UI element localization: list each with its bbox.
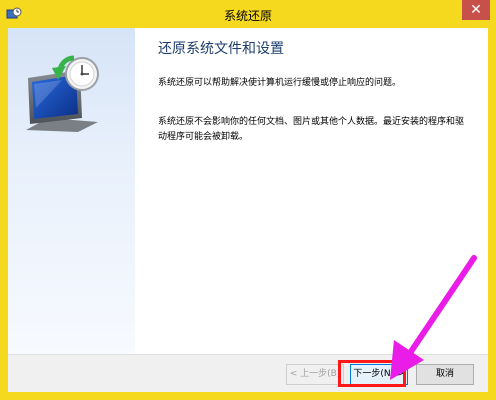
wizard-button-bar: < 上一步(B) 下一步(N) > 取消	[8, 354, 488, 392]
close-button[interactable]: ✕	[462, 0, 490, 20]
system-restore-window: 系统还原 ✕ 还原系统文件和设置 系统还原可以帮助解决使计算机运行缓慢或停止响应…	[0, 0, 496, 400]
back-button[interactable]: < 上一步(B)	[286, 364, 344, 385]
wizard-side-panel	[8, 28, 135, 354]
page-title: 还原系统文件和设置	[158, 41, 284, 57]
wizard-client-area: 还原系统文件和设置 系统还原可以帮助解决使计算机运行缓慢或停止响应的问题。 系统…	[8, 28, 488, 392]
title-bar[interactable]: 系统还原 ✕	[0, 0, 496, 28]
window-title: 系统还原	[223, 9, 272, 23]
description-paragraph: 系统还原可以帮助解决使计算机运行缓慢或停止响应的问题。	[158, 78, 402, 88]
cancel-button[interactable]: 取消	[416, 364, 474, 385]
next-button[interactable]: 下一步(N) >	[350, 364, 408, 385]
data-safety-paragraph: 系统还原不会影响你的任何文档、图片或其他个人数据。最近安装的程序和驱动程序可能会…	[158, 117, 465, 142]
monitor-clock-restore-icon	[26, 55, 99, 132]
